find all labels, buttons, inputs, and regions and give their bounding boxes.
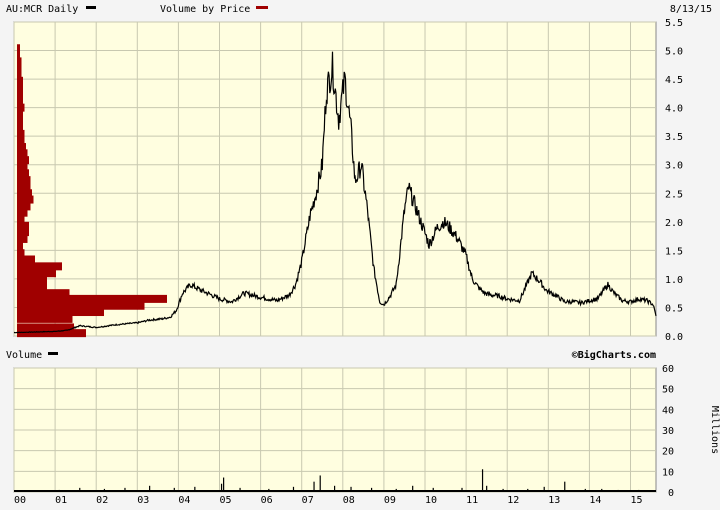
price-y-tick-label: 4.0 — [665, 104, 683, 115]
volume-y-tick-label: 50 — [662, 385, 674, 396]
vbp-bar — [17, 289, 70, 298]
vbp-label: Volume by Price — [160, 4, 250, 15]
x-tick-label: 14 — [589, 495, 601, 506]
price-y-tick-label: 2.0 — [665, 218, 683, 229]
x-axis: 00 01 02 03 04 05 06 07 08 09 10 11 12 13 14 15 — [14, 495, 643, 506]
vbp-bar — [17, 242, 23, 251]
vbp-bar — [17, 44, 20, 53]
volume-y-tick-label: 40 — [662, 405, 674, 416]
x-tick-label: 01 — [55, 495, 67, 506]
vbp-bar — [17, 103, 25, 112]
volume-y-tick-label: 10 — [662, 467, 674, 478]
x-tick-label: 07 — [302, 495, 314, 506]
vbp-bar — [17, 129, 25, 138]
x-tick-label: 03 — [137, 495, 149, 506]
x-tick-label: 10 — [425, 495, 437, 506]
vbp-bar — [17, 221, 29, 230]
vbp-bar — [17, 189, 32, 198]
chart-canvas: AU:MCR Daily Volume by Price 8/13/15 0.0… — [0, 4, 720, 506]
price-y-tick-label: 4.5 — [665, 75, 683, 86]
volume-y-axis-title: Millions — [709, 406, 720, 454]
volume-y-tick-label: 20 — [662, 447, 674, 458]
vbp-legend-swatch — [256, 6, 268, 9]
bigcharts-credit: ©BigCharts.com — [572, 349, 656, 361]
x-tick-label: 12 — [507, 495, 519, 506]
vbp-bar — [17, 176, 31, 185]
x-tick-label: 13 — [548, 495, 560, 506]
vbp-bar — [17, 83, 23, 92]
vbp-bar — [17, 70, 22, 79]
price-y-tick-label: 5.5 — [665, 18, 683, 29]
x-tick-label: 04 — [178, 495, 190, 506]
volume-y-axis: 0 10 20 30 40 50 60 — [662, 364, 674, 499]
price-y-tick-label: 0.0 — [665, 332, 683, 343]
vbp-bar — [17, 249, 25, 258]
vbp-bar — [17, 57, 22, 66]
price-y-tick-label: 5.0 — [665, 47, 683, 58]
price-y-tick-label: 1.5 — [665, 246, 683, 257]
symbol-label: AU:MCR Daily — [6, 4, 78, 15]
volume-legend-swatch — [48, 352, 58, 355]
price-y-tick-label: 0.5 — [665, 303, 683, 314]
x-tick-label: 11 — [466, 495, 478, 506]
vbp-bar — [17, 156, 29, 165]
x-tick-label: 05 — [219, 495, 231, 506]
vbp-bar — [17, 90, 23, 99]
x-tick-label: 09 — [384, 495, 396, 506]
price-y-tick-label: 3.5 — [665, 132, 683, 143]
vbp-bar — [17, 282, 47, 291]
volume-y-tick-label: 0 — [668, 488, 674, 499]
price-legend-swatch — [86, 6, 96, 9]
vbp-bar — [17, 262, 62, 271]
vbp-bar — [17, 301, 145, 310]
x-tick-label: 15 — [630, 495, 642, 506]
vbp-bar — [17, 234, 28, 243]
x-tick-label: 08 — [343, 495, 355, 506]
vbp-bar — [17, 116, 23, 125]
price-y-tick-label: 3.0 — [665, 161, 683, 172]
price-y-tick-label: 1.0 — [665, 275, 683, 286]
volume-y-tick-label: 30 — [662, 426, 674, 437]
vbp-bar — [17, 269, 56, 278]
x-tick-label: 00 — [14, 495, 26, 506]
price-y-tick-label: 2.5 — [665, 189, 683, 200]
vbp-bar — [17, 202, 31, 211]
volume-label: Volume — [6, 350, 42, 361]
x-tick-label: 02 — [96, 495, 108, 506]
volume-y-tick-label: 60 — [662, 364, 674, 375]
price-panel — [13, 21, 657, 337]
vbp-bar — [17, 169, 29, 178]
vbp-bar — [17, 143, 26, 152]
header-date: 8/13/15 — [670, 4, 712, 15]
vbp-bar — [17, 314, 73, 323]
price-y-axis: 0.0 0.5 1.0 1.5 2.0 2.5 3.0 3.5 4.0 4.5 5.0 5.5 — [665, 18, 683, 343]
x-tick-label: 06 — [261, 495, 273, 506]
